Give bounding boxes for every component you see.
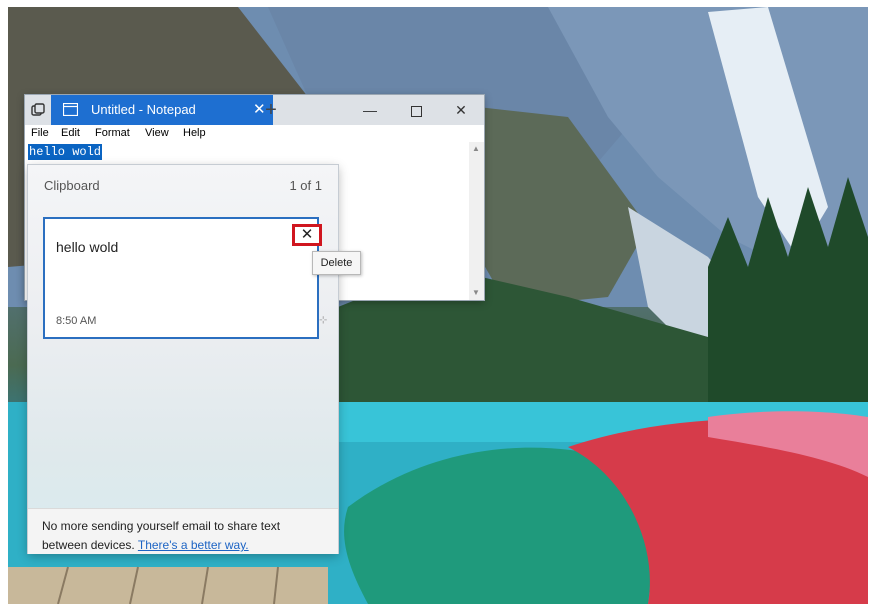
tab-title: Untitled - Notepad <box>91 102 196 117</box>
sets-button[interactable] <box>25 95 51 125</box>
delete-tooltip: Delete <box>312 251 361 275</box>
maximize-button[interactable] <box>393 95 439 125</box>
maximize-icon <box>410 105 422 117</box>
clipboard-item-text: hello wold <box>56 239 119 255</box>
title-bar[interactable]: Untitled - Notepad ✕ + — ✕ <box>25 95 484 125</box>
menu-edit[interactable]: Edit <box>61 127 80 139</box>
mouse-cursor-icon: ⊹ <box>319 315 328 326</box>
menu-bar: File Edit Format View Help <box>25 125 484 141</box>
tab-notepad[interactable]: Untitled - Notepad ✕ <box>51 95 273 125</box>
menu-format[interactable]: Format <box>95 127 130 139</box>
footer-message: No more sending yourself email to share … <box>42 517 327 555</box>
menu-help[interactable]: Help <box>183 127 206 139</box>
new-tab-button[interactable]: + <box>258 97 284 123</box>
selected-text[interactable]: hello wold <box>28 144 103 160</box>
clipboard-footer: No more sending yourself email to share … <box>28 508 338 554</box>
close-icon: ✕ <box>300 226 314 243</box>
delete-button[interactable]: ✕ <box>292 224 322 246</box>
clipboard-title: Clipboard <box>44 178 100 193</box>
minimize-button[interactable]: — <box>347 95 393 125</box>
menu-file[interactable]: File <box>31 127 49 139</box>
menu-view[interactable]: View <box>145 127 169 139</box>
clipboard-panel: Clipboard 1 of 1 hello wold 8:50 AM ✕ ⊹ … <box>28 165 338 554</box>
clipboard-item-time: 8:50 AM <box>56 315 97 327</box>
clipboard-count: 1 of 1 <box>289 178 322 193</box>
better-way-link[interactable]: There's a better way. <box>138 538 249 552</box>
close-window-button[interactable]: ✕ <box>438 95 484 125</box>
windows-sets-icon <box>31 103 45 116</box>
notepad-app-icon <box>63 103 78 116</box>
scroll-down-icon[interactable]: ▼ <box>472 288 480 297</box>
clipboard-item[interactable]: hello wold 8:50 AM ✕ ⊹ <box>43 217 327 339</box>
scroll-up-icon[interactable]: ▲ <box>472 144 480 153</box>
vertical-scrollbar[interactable]: ▲ ▼ <box>469 142 484 300</box>
